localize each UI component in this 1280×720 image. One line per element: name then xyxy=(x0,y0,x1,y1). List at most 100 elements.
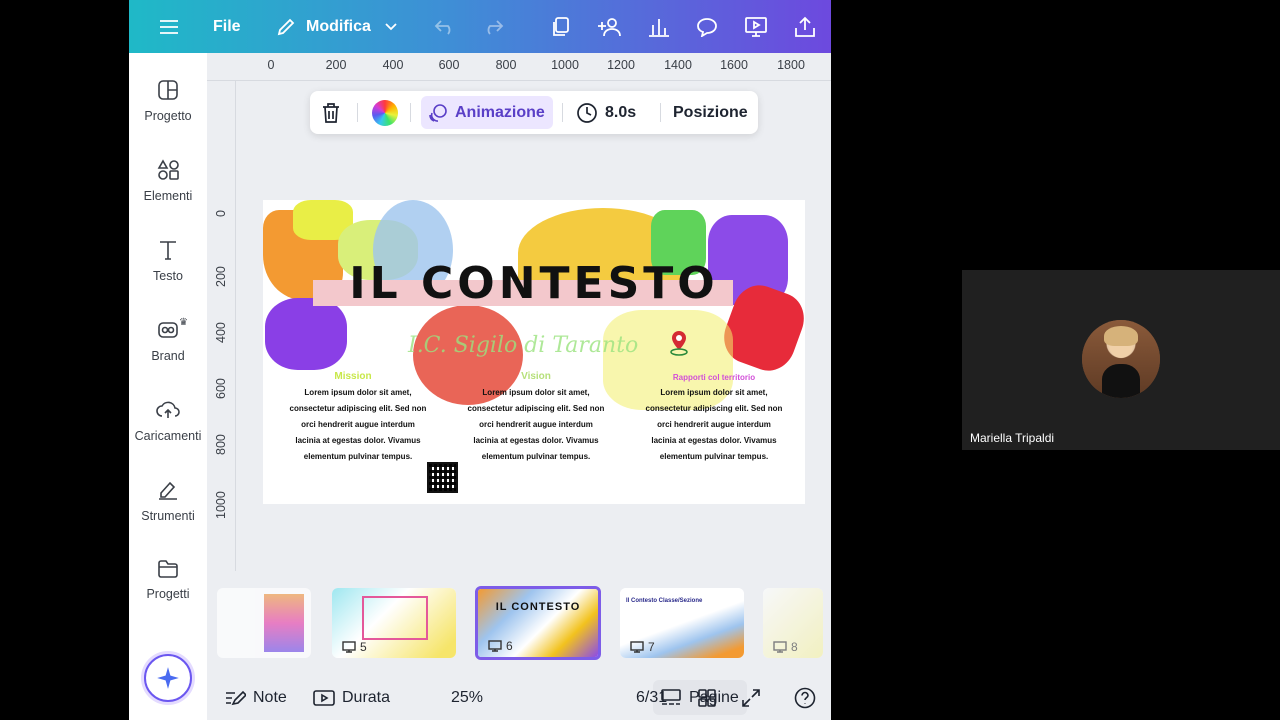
duration-value: 8.0s xyxy=(605,103,637,121)
thumb-title: IL CONTESTO xyxy=(495,601,581,613)
notes-label: Note xyxy=(253,688,287,706)
copy-pages-icon[interactable] xyxy=(548,0,574,53)
grid-icon xyxy=(698,688,716,707)
page-number: 8 xyxy=(773,640,798,654)
sidebar-item-label: Progetto xyxy=(144,109,192,123)
location-pin-icon xyxy=(670,331,688,356)
mission-heading: Mission xyxy=(334,371,372,382)
page-thumbnail[interactable] xyxy=(217,588,311,658)
fullscreen-button[interactable] xyxy=(741,675,761,720)
sidebar-item-label: Testo xyxy=(153,269,183,283)
element-context-toolbar: Animazione 8.0s Posizione xyxy=(310,91,758,134)
slide-canvas[interactable]: IL CONTESTO I.C. Sigilo di Taranto Missi… xyxy=(263,200,805,504)
zoom-level[interactable]: 25% xyxy=(451,675,483,720)
export-icon[interactable] xyxy=(792,0,818,53)
duration-button[interactable]: Durata xyxy=(313,675,390,720)
ruler-label: 400 xyxy=(214,322,228,343)
sidebar-item-brand[interactable]: ♛ Brand xyxy=(129,317,207,389)
duration-button[interactable]: 8.0s xyxy=(576,91,636,134)
page-thumbnail[interactable]: 8 xyxy=(763,588,823,658)
sparkle-icon xyxy=(157,667,179,689)
share-people-icon[interactable] xyxy=(595,0,625,53)
sidebar-item-strumenti[interactable]: Strumenti xyxy=(129,479,207,549)
ruler-label: 1000 xyxy=(214,491,228,519)
left-ruler: 0 200 400 600 800 1000 xyxy=(208,81,236,571)
color-wheel-icon[interactable] xyxy=(372,91,398,134)
upload-cloud-icon xyxy=(156,401,180,418)
page-thumbnail-active[interactable]: IL CONTESTO 6 xyxy=(475,586,601,660)
brand-icon xyxy=(158,322,178,338)
sidebar-item-caricamenti[interactable]: Caricamenti xyxy=(129,399,207,469)
trash-icon[interactable] xyxy=(321,91,341,134)
column-body: Lorem ipsum dolor sit amet, consectetur … xyxy=(467,388,605,461)
page-thumbnail[interactable]: 5 xyxy=(332,588,456,658)
ruler-label: 0 xyxy=(214,210,228,217)
sidebar-item-elementi[interactable]: Elementi xyxy=(129,159,207,229)
page-thumbnail[interactable]: Il Contesto Classe/Sezione 7 xyxy=(620,588,744,658)
avatar-body xyxy=(1102,364,1140,398)
ruler-label: 1200 xyxy=(607,58,635,72)
animation-button[interactable]: Animazione xyxy=(421,96,553,129)
page-number: 6 xyxy=(488,639,513,653)
left-sidebar: Progetto Elementi Testo ♛ Brand Caricame… xyxy=(129,53,207,720)
edit-menu[interactable]: Modifica xyxy=(306,0,371,53)
magic-sparkle-button[interactable] xyxy=(144,654,192,702)
menu-icon[interactable] xyxy=(155,0,183,53)
sidebar-item-progetti[interactable]: Progetti xyxy=(129,559,207,629)
sidebar-item-progetto[interactable]: Progetto xyxy=(129,79,207,149)
present-icon xyxy=(488,640,502,652)
page-thumbnail-strip: 5 IL CONTESTO 6 Il Contesto Classe/Sezio… xyxy=(207,580,831,666)
page-number-text: 6 xyxy=(506,639,513,653)
present-icon xyxy=(342,641,356,653)
ruler-label: 800 xyxy=(214,434,228,455)
participant-avatar xyxy=(1082,320,1160,398)
slide-subtitle: I.C. Sigilo di Taranto xyxy=(408,333,639,358)
sidebar-item-label: Brand xyxy=(151,349,185,363)
present-icon xyxy=(630,641,644,653)
help-button[interactable] xyxy=(794,675,816,720)
top-ruler: 0 200 400 600 800 1000 1200 1400 1600 18… xyxy=(207,53,831,81)
ruler-label: 600 xyxy=(214,378,228,399)
present-icon[interactable] xyxy=(742,0,770,53)
column-heading: Mission xyxy=(278,371,428,382)
comment-icon[interactable] xyxy=(694,0,720,53)
ruler-label: 400 xyxy=(382,58,404,72)
layout-icon xyxy=(158,80,178,100)
divider xyxy=(357,103,358,122)
avatar-hair xyxy=(1104,326,1138,346)
undo-icon[interactable] xyxy=(431,0,459,53)
redo-icon[interactable] xyxy=(479,0,507,53)
chevron-down-icon[interactable] xyxy=(381,0,401,53)
shapes-icon xyxy=(157,159,179,180)
ruler-label: 1000 xyxy=(551,58,579,72)
analytics-icon[interactable] xyxy=(646,0,672,53)
page-number-text: 7 xyxy=(648,640,655,654)
timer-icon xyxy=(313,689,335,706)
page-counter[interactable]: 6/31 xyxy=(636,675,667,720)
participant-video-tile: Mariella Tripaldi xyxy=(962,270,1280,450)
thumb-title: Il Contesto Classe/Sezione xyxy=(626,598,703,604)
notes-button[interactable]: Note xyxy=(224,675,287,720)
sidebar-item-label: Elementi xyxy=(143,189,193,203)
page-number-text: 5 xyxy=(360,640,367,654)
participant-name: Mariella Tripaldi xyxy=(970,431,1055,445)
sidebar-item-testo[interactable]: Testo xyxy=(129,239,207,309)
page-number-text: 8 xyxy=(791,640,798,654)
page-number: 7 xyxy=(630,640,655,654)
ruler-label: 1800 xyxy=(777,58,805,72)
present-icon xyxy=(773,641,787,653)
ruler-label: 800 xyxy=(495,58,517,72)
file-menu[interactable]: File xyxy=(213,0,241,53)
thumb-preview xyxy=(264,594,304,652)
grid-view-button[interactable] xyxy=(697,675,717,720)
position-button[interactable]: Posizione xyxy=(673,91,748,134)
ruler-label: 1600 xyxy=(720,58,748,72)
page-counter-text: 6/31 xyxy=(636,688,668,706)
sidebar-item-label: Progetti xyxy=(146,587,190,601)
screen: File Modifica Progetto Elementi Testo ♛ … xyxy=(0,0,1280,720)
ruler-label: 0 xyxy=(267,58,275,72)
pencil-icon[interactable] xyxy=(274,0,298,53)
duration-label: Durata xyxy=(342,688,391,706)
sidebar-item-label: Strumenti xyxy=(141,509,195,523)
vision-heading: Vision xyxy=(521,371,551,382)
